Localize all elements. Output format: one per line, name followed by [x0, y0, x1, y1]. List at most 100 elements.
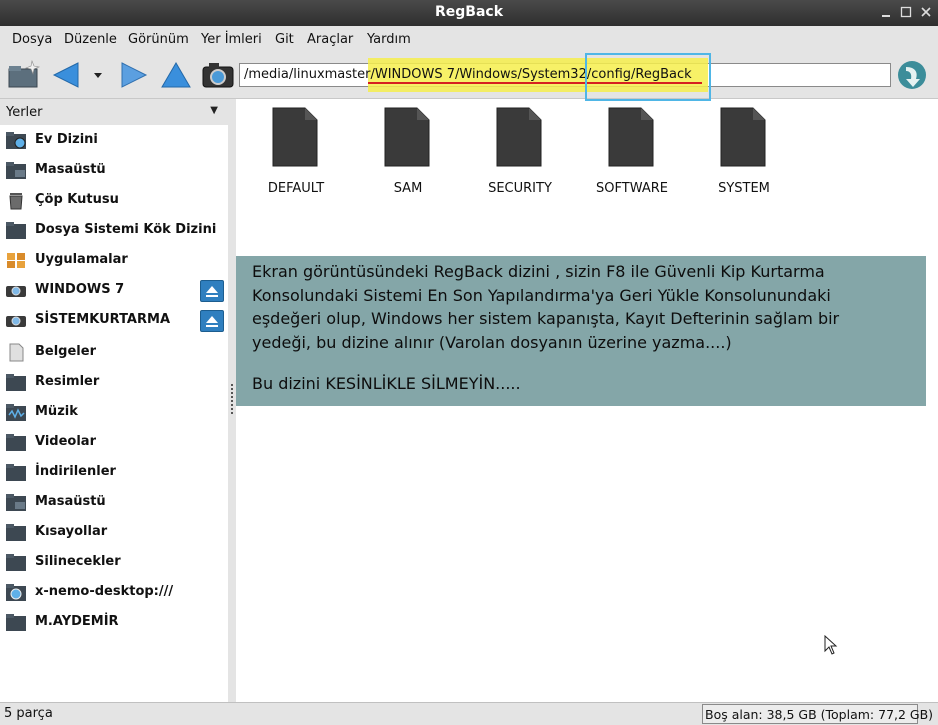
trash-icon: [9, 193, 23, 210]
forward-button[interactable]: [116, 57, 152, 93]
sidebar-item-label: Çöp Kutusu: [35, 192, 119, 207]
maximize-icon[interactable]: [898, 4, 914, 20]
menu-yer-imleri[interactable]: Yer İmleri: [201, 32, 262, 47]
file-icon: [384, 107, 430, 167]
path-focus-box: [585, 53, 711, 101]
file-name: SOFTWARE: [596, 181, 668, 196]
toolbar: /media/linuxmaster/WINDOWS 7/Windows/Sys…: [0, 52, 938, 101]
sidebar-item-muzik[interactable]: Müzik: [0, 397, 228, 427]
minimize-icon[interactable]: [878, 4, 894, 20]
chevron-down-icon[interactable]: ▼: [210, 105, 218, 116]
file-item-sam[interactable]: SAM: [348, 107, 448, 197]
file-item-software[interactable]: SOFTWARE: [572, 107, 672, 197]
sidebar-item-indirilenler[interactable]: İndirilenler: [0, 457, 228, 487]
sidebar-item-sistemkurtarma[interactable]: SİSTEMKURTARMA: [0, 305, 228, 335]
places-sidebar: Yerler ▼ Ev Dizini Masaüstü Çöp Kutusu D…: [0, 99, 228, 702]
annotation-note: Ekran görüntüsündeki RegBack dizini , si…: [236, 256, 926, 406]
file-item-system[interactable]: SYSTEM: [684, 107, 784, 197]
drive-icon: [6, 316, 26, 327]
sidebar-item-resimler[interactable]: Resimler: [0, 367, 228, 397]
eject-icon[interactable]: [200, 310, 224, 332]
title-bar[interactable]: RegBack: [0, 0, 938, 26]
sidebar-item-masaustu-2[interactable]: Masaüstü: [0, 487, 228, 517]
file-name: SYSTEM: [718, 181, 770, 196]
go-button[interactable]: [894, 57, 930, 93]
window-title: RegBack: [434, 4, 504, 20]
note-warning: Bu dizini KESİNLİKLE SİLMEYİN.....: [252, 374, 521, 393]
status-bar: 5 parça Boş alan: 38,5 GB (Toplam: 77,2 …: [0, 702, 938, 725]
sidebar-item-label: SİSTEMKURTARMA: [35, 312, 171, 327]
sidebar-item-m-aydemir[interactable]: M.AYDEMİR: [0, 607, 228, 637]
menu-yardim[interactable]: Yardım: [367, 32, 411, 47]
sidebar-item-cop-kutusu[interactable]: Çöp Kutusu: [0, 185, 228, 215]
sidebar-item-label: Ev Dizini: [35, 132, 98, 147]
folder-icon: [6, 614, 26, 631]
file-name: SAM: [393, 181, 423, 196]
places-header[interactable]: Yerler ▼: [0, 99, 228, 125]
menu-gorunum[interactable]: Görünüm: [128, 32, 189, 47]
location-field[interactable]: /media/linuxmaster/WINDOWS 7/Windows/Sys…: [239, 53, 891, 101]
desktop-icon: [6, 494, 26, 511]
menu-git[interactable]: Git: [275, 32, 294, 47]
menu-araclar[interactable]: Araçlar: [307, 32, 353, 47]
file-item-default[interactable]: DEFAULT: [236, 107, 336, 197]
mouse-cursor-icon: [824, 635, 838, 655]
sidebar-item-kisayollar[interactable]: Kısayollar: [0, 517, 228, 547]
note-line: Konsolundaki Sistemi En Son Yapılandırma…: [252, 285, 831, 305]
up-button[interactable]: [158, 57, 194, 93]
folder-icon: [6, 554, 26, 571]
back-button[interactable]: [48, 57, 84, 93]
close-icon[interactable]: [918, 4, 934, 20]
new-folder-button[interactable]: [6, 57, 42, 93]
note-line: yedeği, bu dizine alınır (Varolan dosyan…: [252, 332, 732, 352]
sidebar-item-label: M.AYDEMİR: [35, 614, 119, 629]
file-icon: [608, 107, 654, 167]
sidebar-item-label: Müzik: [35, 404, 78, 419]
sidebar-item-videolar[interactable]: Videolar: [0, 427, 228, 457]
desktop-icon: [6, 162, 26, 179]
location-camera-icon[interactable]: [200, 57, 236, 93]
network-icon: [6, 584, 26, 601]
file-name: SECURITY: [488, 181, 552, 196]
file-view: DEFAULT SAM SECURITY SOFTWARE SYSTEM Ekr…: [236, 99, 938, 702]
sidebar-item-label: Masaüstü: [35, 162, 106, 177]
file-icon: [272, 107, 318, 167]
sidebar-item-label: WINDOWS 7: [35, 282, 125, 297]
file-item-security[interactable]: SECURITY: [460, 107, 560, 197]
places-header-label: Yerler: [6, 105, 43, 120]
menu-dosya[interactable]: Dosya: [12, 32, 52, 47]
splitter-grip: [231, 384, 235, 414]
sidebar-item-label: İndirilenler: [35, 464, 116, 479]
sidebar-splitter[interactable]: [228, 99, 236, 702]
sidebar-item-label: Masaüstü: [35, 494, 106, 509]
sidebar-item-label: Uygulamalar: [35, 252, 128, 267]
sidebar-item-label: Dosya Sistemi Kök Dizini: [35, 222, 217, 237]
applications-icon: [7, 253, 25, 268]
sidebar-item-uygulamalar[interactable]: Uygulamalar: [0, 245, 228, 275]
videos-icon: [6, 434, 26, 451]
file-icon: [496, 107, 542, 167]
sidebar-item-label: x-nemo-desktop:///: [35, 584, 174, 599]
sidebar-item-belgeler[interactable]: Belgeler: [0, 337, 228, 367]
note-line: eşdeğeri olup, Windows her sistem kapanı…: [252, 309, 840, 328]
menu-duzenle[interactable]: Düzenle: [64, 32, 117, 47]
sidebar-item-kok-dizini[interactable]: Dosya Sistemi Kök Dizini: [0, 215, 228, 245]
sidebar-item-ev-dizini[interactable]: Ev Dizini: [0, 125, 228, 155]
home-folder-icon: [6, 132, 26, 149]
pictures-icon: [6, 374, 26, 391]
eject-icon[interactable]: [200, 280, 224, 302]
sidebar-item-windows-7[interactable]: WINDOWS 7: [0, 275, 228, 305]
sidebar-item-label: Videolar: [35, 434, 96, 449]
sidebar-item-masaustu[interactable]: Masaüstü: [0, 155, 228, 185]
sidebar-item-silinecekler[interactable]: Silinecekler: [0, 547, 228, 577]
documents-icon: [9, 343, 24, 362]
sidebar-item-label: Kısayollar: [35, 524, 108, 539]
file-name: DEFAULT: [267, 181, 325, 196]
sidebar-item-x-nemo-desktop[interactable]: x-nemo-desktop:///: [0, 577, 228, 607]
drive-icon: [6, 286, 26, 297]
history-dropdown-icon[interactable]: [86, 57, 110, 93]
menu-bar: Dosya Düzenle Görünüm Yer İmleri Git Ara…: [0, 26, 938, 53]
sidebar-item-label: Resimler: [35, 374, 100, 389]
item-count: 5 parça: [4, 706, 53, 721]
sidebar-item-label: Silinecekler: [35, 554, 121, 569]
